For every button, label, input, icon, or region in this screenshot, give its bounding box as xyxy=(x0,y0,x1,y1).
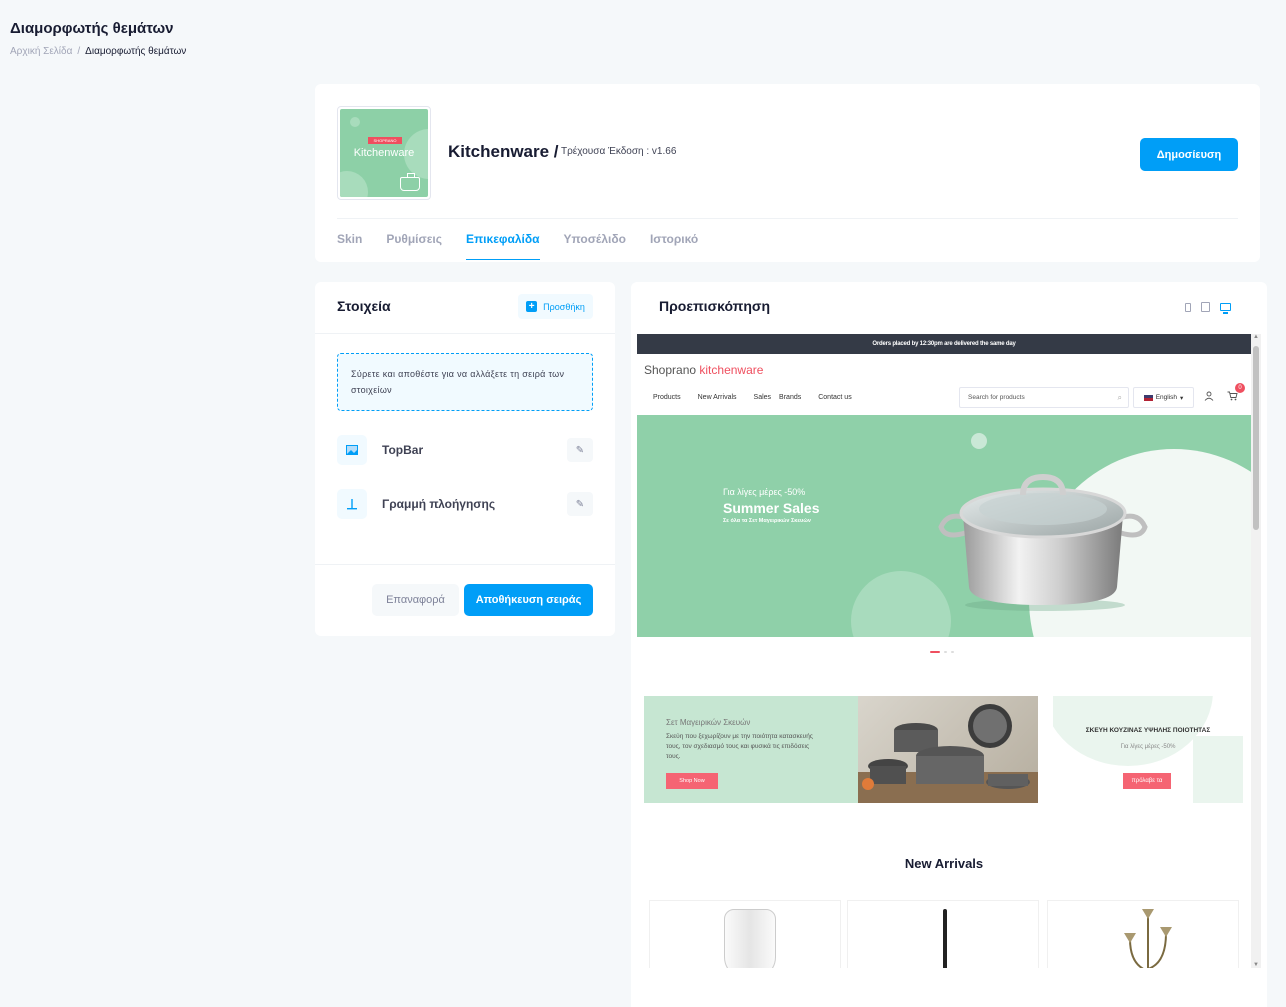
us-flag-icon xyxy=(1143,394,1153,401)
site-topbar: Orders placed by 12:30pm are delivered t… xyxy=(637,334,1251,354)
pencil-icon[interactable]: ✎ xyxy=(567,438,593,462)
preview-title: Προεπισκόπηση xyxy=(659,298,771,314)
tablet-icon[interactable] xyxy=(1201,302,1210,312)
site-nav-item[interactable]: Products xyxy=(653,394,681,401)
cooking-pot-image xyxy=(938,473,1148,611)
desktop-icon[interactable] xyxy=(1220,303,1231,314)
tabs-divider xyxy=(337,218,1238,219)
site-nav-item[interactable]: Sales xyxy=(754,394,772,401)
product-card[interactable] xyxy=(847,900,1039,968)
element-label: Γραμμή πλοήγησης xyxy=(382,497,496,511)
tab-settings[interactable]: Ρυθμίσεις xyxy=(386,232,442,260)
site-search-input[interactable]: Search for products ⌕ xyxy=(959,387,1129,408)
site-nav-item[interactable]: New Arrivals xyxy=(698,394,737,401)
site-nav-item[interactable]: Brands xyxy=(779,394,801,401)
tab-footer[interactable]: Υποσέλιδο xyxy=(564,232,626,260)
tabs: Skin Ρυθμίσεις Επικεφαλίδα Υποσέλιδο Ιστ… xyxy=(337,232,698,260)
user-icon[interactable] xyxy=(1204,391,1214,404)
language-select[interactable]: English ▾ xyxy=(1133,387,1194,408)
pot-icon xyxy=(400,173,420,191)
hero-title: Summer Sales xyxy=(723,500,820,516)
pencil-icon[interactable]: ✎ xyxy=(567,492,593,516)
scrollbar-thumb[interactable] xyxy=(1253,346,1259,530)
preview-viewport[interactable]: Orders placed by 12:30pm are delivered t… xyxy=(637,334,1261,968)
breadcrumb-current: Διαμορφωτής θεμάτων xyxy=(85,46,187,57)
theme-thumbnail: SHOPRANO Kitchenware xyxy=(337,106,431,200)
site-logo[interactable]: Shoprano kitchenware xyxy=(644,363,763,377)
candle-holder-image xyxy=(1124,909,1172,968)
hero-kicker: Για λίγες μέρες -50% xyxy=(723,487,806,497)
hero-subtitle: Σε όλα τα Σετ Μαγειρικών Σκευών xyxy=(723,518,811,524)
elements-title: Στοιχεία xyxy=(337,298,391,314)
promo1-button[interactable]: Shop Now xyxy=(666,773,718,789)
glass-vase-image xyxy=(724,909,776,968)
element-row-navbar[interactable]: Γραμμή πλοήγησης ✎ xyxy=(337,489,593,519)
scroll-up-icon[interactable]: ▲ xyxy=(1253,334,1259,340)
promo-banner-quality[interactable]: ΣΚΕΥΗ ΚΟΥΖΙΝΑΣ ΥΨΗΛΗΣ ΠΟΙΟΤΗΤΑΣ Για λίγε… xyxy=(1053,696,1243,803)
plus-icon: + xyxy=(526,301,538,312)
element-row-topbar[interactable]: TopBar ✎ xyxy=(337,435,593,465)
caret-down-icon: ▾ xyxy=(1180,394,1184,402)
promo1-description: Σκεύη που ξεχωρίζουν με την ποιότητα κατ… xyxy=(666,733,813,760)
mobile-icon[interactable] xyxy=(1185,302,1191,312)
breadcrumb: Αρχική Σελίδα / Διαμορφωτής θεμάτων xyxy=(10,46,186,57)
promo2-title: ΣΚΕΥΗ ΚΟΥΖΙΝΑΣ ΥΨΗΛΗΣ ΠΟΙΟΤΗΤΑΣ xyxy=(1085,727,1211,734)
save-order-button[interactable]: Αποθήκευση σειράς xyxy=(464,584,593,616)
add-element-label: Προσθήκη xyxy=(543,301,585,312)
product-card[interactable] xyxy=(1047,900,1239,968)
tab-header[interactable]: Επικεφαλίδα xyxy=(465,232,540,260)
preview-card: Προεπισκόπηση Orders placed by 12:30pm a… xyxy=(631,282,1267,1007)
tab-history[interactable]: Ιστορικό xyxy=(650,232,698,260)
slider-dots xyxy=(930,651,954,653)
new-arrivals-title: New Arrivals xyxy=(904,856,984,871)
device-switcher xyxy=(1185,302,1231,314)
product-card[interactable] xyxy=(649,900,841,968)
scroll-down-icon[interactable]: ▼ xyxy=(1253,962,1259,968)
elements-footer-divider xyxy=(315,564,615,565)
site-nav-item[interactable]: Contact us xyxy=(818,394,851,401)
thumb-brand-tag: SHOPRANO xyxy=(368,137,402,144)
breadcrumb-home[interactable]: Αρχική Σελίδα xyxy=(10,46,72,57)
drag-drop-hint: Σύρετε και αποθέστε για να αλλάξετε τη σ… xyxy=(337,353,593,411)
slider-dot[interactable] xyxy=(930,651,940,653)
page-title: Διαμορφωτής θεμάτων xyxy=(10,20,174,37)
elements-card: Στοιχεία + Προσθήκη Σύρετε και αποθέστε … xyxy=(315,282,615,636)
site-preview: Orders placed by 12:30pm are delivered t… xyxy=(637,334,1251,968)
cookware-set-image xyxy=(858,696,1038,803)
image-icon xyxy=(337,435,367,465)
theme-header-card: SHOPRANO Kitchenware Kitchenware / Τρέχο… xyxy=(315,84,1260,262)
slider-dot[interactable] xyxy=(944,651,947,653)
slider-dot[interactable] xyxy=(951,651,954,653)
promo1-title: Σετ Μαγειρικών Σκευών xyxy=(666,718,751,727)
tab-skin[interactable]: Skin xyxy=(337,232,362,260)
reset-button[interactable]: Επαναφορά xyxy=(372,584,459,616)
cart-count-badge: 0 xyxy=(1235,383,1245,393)
publish-button[interactable]: Δημοσίευση xyxy=(1140,138,1238,171)
promo2-subtitle: Για λίγες μέρες -50% xyxy=(1120,744,1176,750)
theme-version: Τρέχουσα Έκδοση : v1.66 xyxy=(561,146,677,157)
cart-icon[interactable] xyxy=(1227,391,1238,404)
hero-banner[interactable]: Για λίγες μέρες -50% Summer Sales Σε όλα… xyxy=(637,415,1251,637)
site-nav: Products New Arrivals Sales Brands Conta… xyxy=(653,394,869,401)
promo2-button[interactable]: πρόλαβε τα xyxy=(1123,773,1171,789)
breadcrumb-separator: / xyxy=(77,46,81,57)
brush-image xyxy=(943,909,947,968)
promo-banner-cookware[interactable]: Σετ Μαγειρικών Σκευών Σκεύη που ξεχωρίζο… xyxy=(644,696,1038,803)
navbar-icon xyxy=(337,489,367,519)
search-icon: ⌕ xyxy=(1117,393,1122,402)
thumb-brand-name: Kitchenware xyxy=(353,147,415,159)
preview-scrollbar[interactable]: ▲ ▼ xyxy=(1251,334,1261,968)
theme-name: Kitchenware / xyxy=(448,142,559,161)
element-label: TopBar xyxy=(382,443,424,457)
add-element-button[interactable]: + Προσθήκη xyxy=(518,294,593,319)
elements-header-divider xyxy=(315,333,615,334)
